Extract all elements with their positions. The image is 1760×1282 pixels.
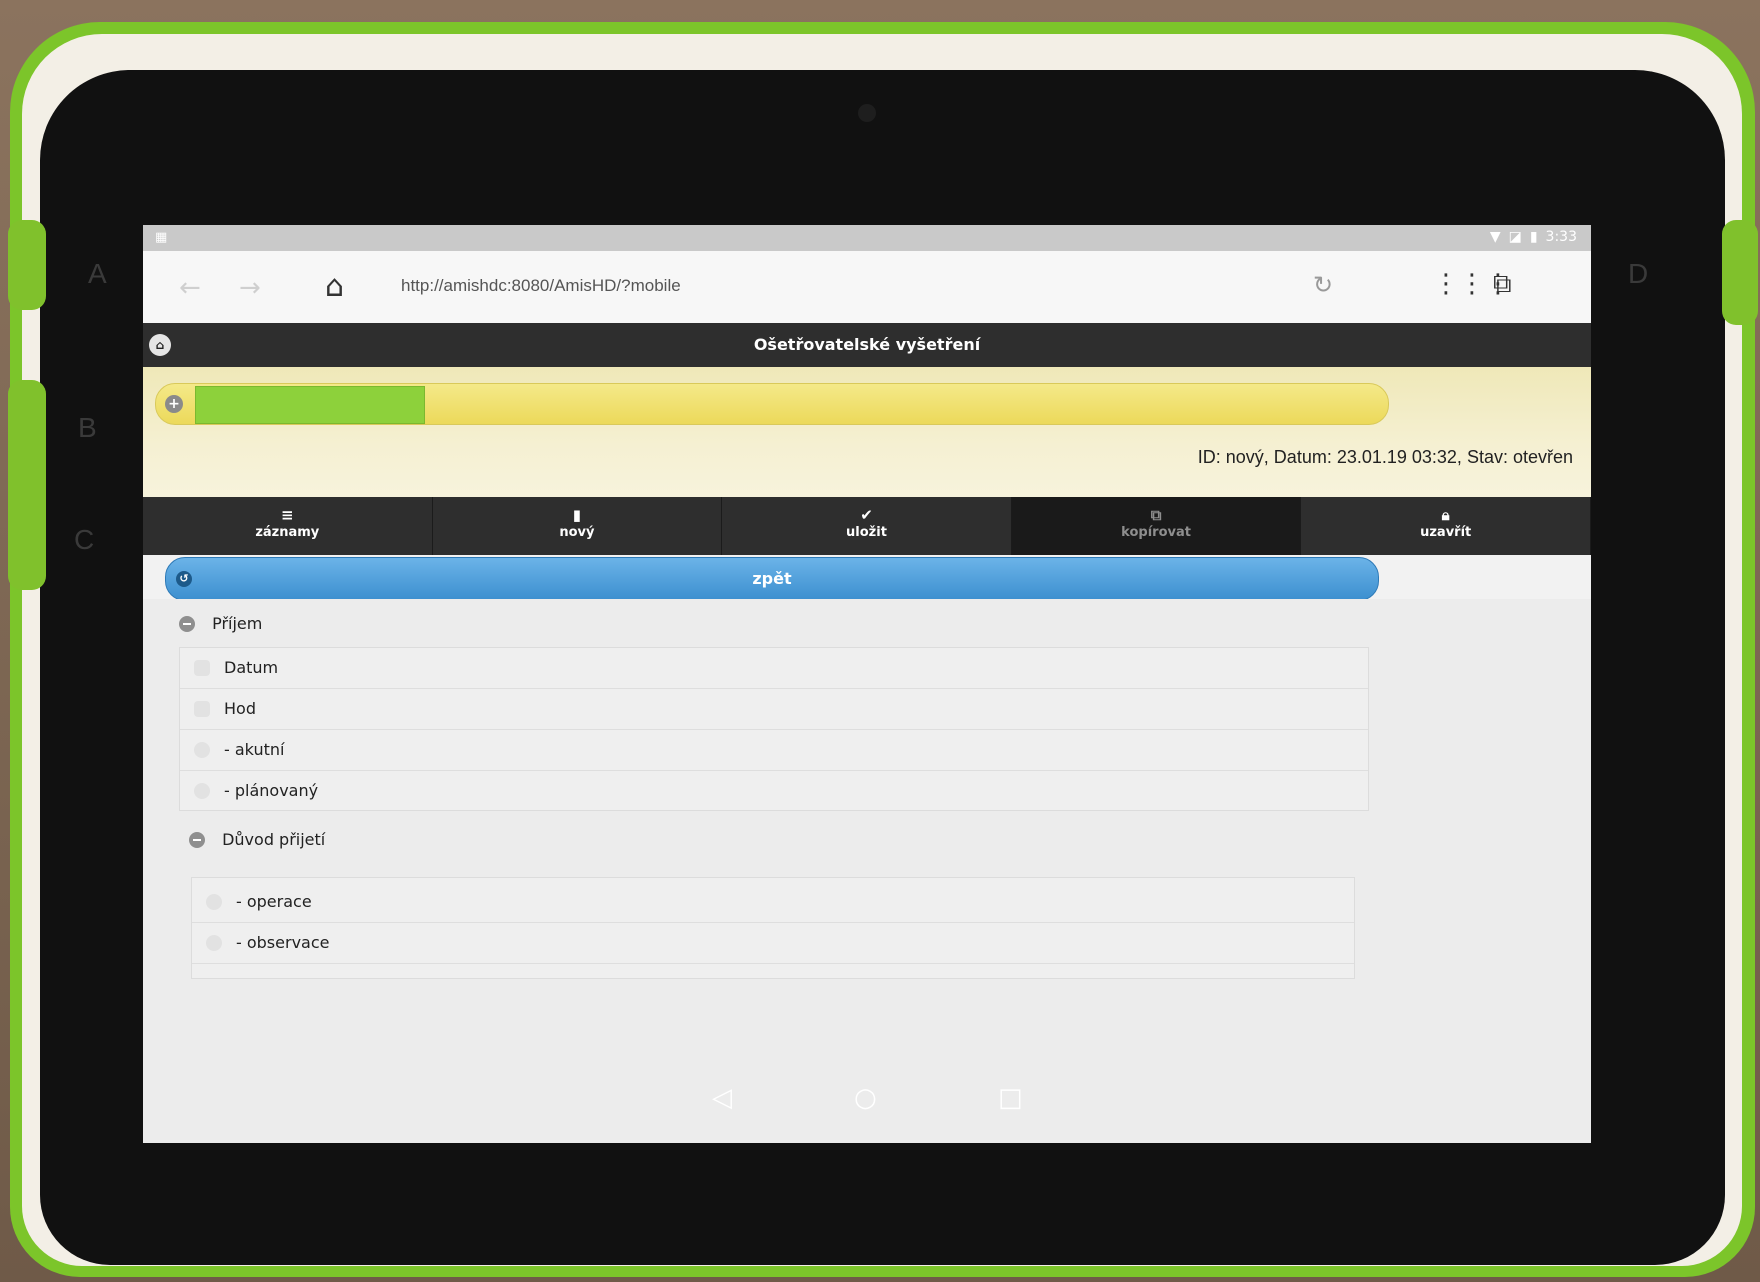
toolbar-label: kopírovat [1121,525,1191,540]
document-icon: ▮ [572,506,582,524]
android-nav-bar: ◁ ○ □ [640,1083,1060,1123]
back-circle-icon: ↺ [176,571,192,587]
expand-plus-icon[interactable]: + [165,395,183,413]
field-radio[interactable] [206,894,222,910]
page-title: Ošetřovatelské vyšetření [753,335,981,354]
app-header: ⌂ Ošetřovatelské vyšetření [143,323,1591,367]
toolbar-button-uzavrit[interactable]: 🔒︎ uzavřít [1301,497,1591,555]
field-checkbox[interactable] [194,701,210,717]
nav-back-icon[interactable]: ◁ [712,1083,732,1113]
field-label: - observace [236,933,330,952]
field-label: Datum [224,658,279,677]
back-button[interactable]: ↺ zpět [165,557,1379,601]
form-row-observace[interactable]: - observace [192,923,1354,964]
notification-icon: ▦ [155,230,168,245]
section-group-prijem: Datum Hod - akutní - plánovaný [179,647,1369,811]
field-label: Hod [224,699,256,718]
form-row-planovany[interactable]: - plánovaný [180,771,1368,811]
section-header-prijem[interactable]: Příjem [179,603,1379,645]
toolbar-label: záznamy [255,525,320,540]
toolbar-button-zaznamy[interactable]: ≡ záznamy [143,497,433,555]
lock-icon: 🔒︎ [1441,506,1450,524]
toolbar-button-novy[interactable]: ▮ nový [433,497,723,555]
front-camera [858,104,876,122]
form-row-akutni[interactable]: - akutní [180,730,1368,771]
list-icon: ≡ [281,506,294,524]
field-radio[interactable] [206,935,222,951]
side-letter-c: C [74,524,95,555]
status-time: 3:33 [1545,229,1577,245]
browser-address-bar: ← → ⌂ http://amishdc:8080/AmisHD/?mobile… [143,251,1591,324]
side-letter-a: A [88,258,107,289]
form-row-hod[interactable]: Hod [180,689,1368,730]
collapse-minus-icon [179,615,195,632]
field-checkbox[interactable] [194,660,210,676]
form-row-datum[interactable]: Datum [180,648,1368,689]
no-signal-icon: ◪ [1508,229,1522,245]
url-field[interactable]: http://amishdc:8080/AmisHD/?mobile [401,276,681,296]
battery-icon: ▮ [1529,229,1538,245]
action-toolbar: ≡ záznamy ▮ nový ✔ uložit ⧉ kopírovat 🔒︎… [143,497,1591,555]
side-button-b[interactable] [8,380,46,590]
check-icon: ✔ [860,506,873,524]
tabs-icon[interactable]: ⧉ [1493,269,1512,300]
section-title: Důvod přijetí [222,830,326,849]
field-radio[interactable] [194,783,210,799]
wifi-icon: ▼ [1489,229,1501,245]
side-button-a[interactable] [8,220,46,310]
reload-icon[interactable]: ↻ [1313,271,1333,299]
home-circle-icon[interactable]: ⌂ [149,334,171,356]
collapse-minus-icon [189,831,205,848]
form-content: Příjem Datum Hod - akutní - plánovaný Dů… [143,599,1591,1143]
patient-name-redacted [195,386,425,424]
toolbar-label: uložit [846,525,887,540]
field-label: - operace [236,892,312,911]
field-radio[interactable] [194,742,210,758]
field-label: - akutní [224,740,285,759]
android-status-bar: ▦ ▼ ◪ ▮ 3:33 [143,225,1591,251]
side-letter-b: B [78,412,97,443]
form-row-operace[interactable]: - operace [192,882,1354,923]
record-info: ID: nový, Datum: 23.01.19 03:32, Stav: o… [1197,447,1573,467]
tablet-screen: ▦ ▼ ◪ ▮ 3:33 ← → ⌂ http://amishdc:8080/A… [143,225,1591,1143]
toolbar-button-ulozit[interactable]: ✔ uložit [722,497,1012,555]
forward-arrow-icon[interactable]: → [239,273,261,303]
home-icon[interactable]: ⌂ [325,269,344,304]
nav-home-icon[interactable]: ○ [854,1083,877,1113]
side-letter-d: D [1628,258,1649,289]
patient-band: + ID: nový, Datum: 23.01.19 03:32, Stav:… [143,367,1591,497]
back-button-label: zpět [752,569,792,588]
back-arrow-icon[interactable]: ← [179,273,201,303]
field-label: - plánovaný [224,781,319,800]
side-button-d[interactable] [1722,220,1758,325]
toolbar-label: uzavřít [1420,525,1472,540]
nav-recents-icon[interactable]: □ [998,1083,1023,1113]
toolbar-button-kopirovat[interactable]: ⧉ kopírovat [1011,497,1302,555]
section-title: Příjem [212,614,263,633]
copy-icon: ⧉ [1150,506,1162,524]
section-header-duvod-prijeti[interactable]: Důvod přijetí [189,819,1369,861]
section-group-duvod-prijeti: - operace - observace [191,877,1355,979]
toolbar-label: nový [559,525,595,540]
